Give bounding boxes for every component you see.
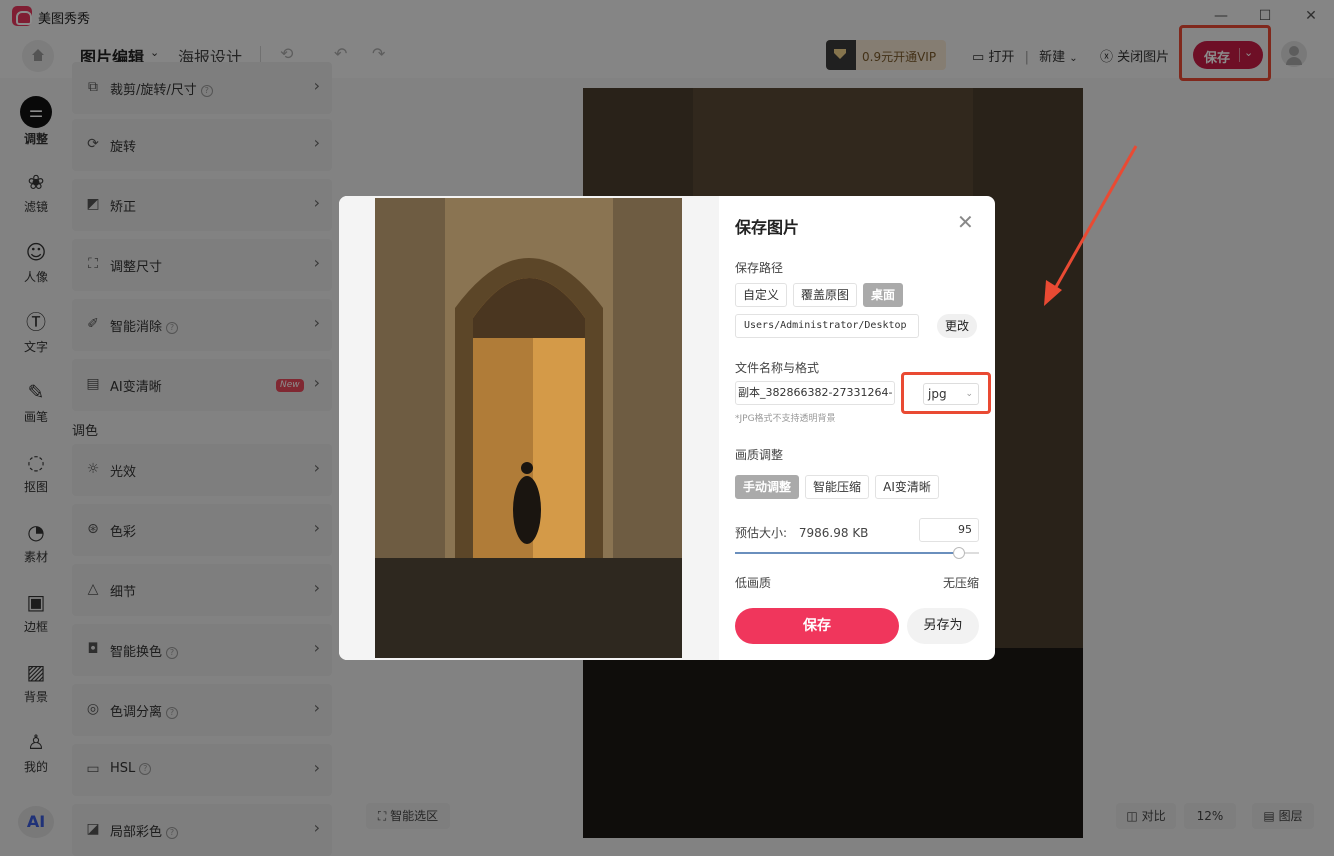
file-name-input[interactable]: -382866382-27331264_副本 (735, 381, 895, 405)
path-option-overwrite[interactable]: 覆盖原图 (793, 283, 857, 307)
dialog-title: 保存图片 (735, 218, 800, 237)
close-icon[interactable]: ✕ (957, 210, 974, 234)
quality-label: 画质调整 (735, 448, 784, 462)
estimated-size: 预估大小: 7986.98 KB (735, 524, 868, 541)
save-image-dialog: 保存图片 ✕ 保存路径 自定义 覆盖原图 桌面 Users/Administra… (339, 196, 995, 660)
quality-slider-fill (735, 552, 960, 554)
quality-mode-manual[interactable]: 手动调整 (735, 475, 799, 499)
low-quality-label: 低画质 (735, 576, 772, 590)
save-path-field[interactable]: Users/Administrator/Desktop (735, 314, 919, 338)
no-compression-label: 无压缩 (943, 576, 980, 590)
save-path-label: 保存路径 (735, 261, 784, 275)
quality-mode-smart-compress[interactable]: 智能压缩 (805, 475, 869, 499)
file-name-format-label: 文件名称与格式 (735, 361, 820, 375)
save-as-button[interactable]: 另存为 (907, 608, 979, 644)
estimated-size-value: 7986.98 KB (798, 526, 869, 540)
annotation-highlight-format (901, 372, 991, 414)
format-hint: *JPG格式不支持透明背景 (735, 414, 836, 424)
preview-photo-art (375, 198, 682, 658)
path-option-custom[interactable]: 自定义 (735, 283, 787, 307)
annotation-arrow (1044, 145, 1138, 306)
quality-slider[interactable] (735, 547, 979, 559)
quality-value-input[interactable]: 95 (919, 518, 979, 542)
quality-mode-ai-sharpen[interactable]: AI变清晰 (875, 475, 939, 499)
path-option-desktop[interactable]: 桌面 (863, 283, 903, 307)
save-button[interactable]: 保存 (735, 608, 899, 644)
estimated-size-label: 预估大小: (735, 526, 788, 540)
change-path-button[interactable]: 更改 (937, 314, 977, 338)
quality-slider-handle[interactable] (953, 547, 966, 559)
preview-image (375, 198, 682, 658)
dialog-settings: 保存图片 ✕ 保存路径 自定义 覆盖原图 桌面 Users/Administra… (735, 196, 995, 660)
